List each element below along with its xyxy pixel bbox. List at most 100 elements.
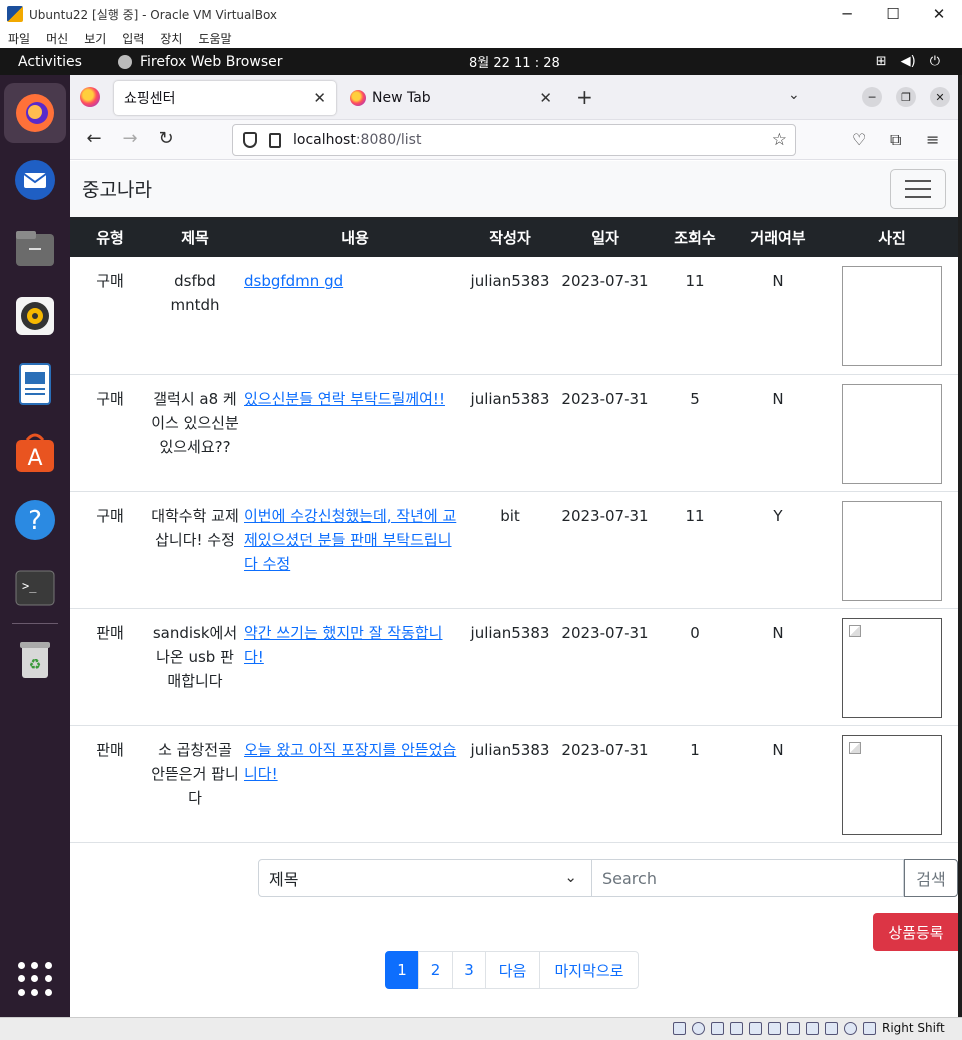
- search-field-select[interactable]: 제목 ⌄: [258, 859, 592, 897]
- reload-icon[interactable]: ↻: [154, 128, 178, 149]
- host-key-arrow-icon[interactable]: [863, 1022, 876, 1035]
- network-adapter-icon[interactable]: [730, 1022, 743, 1035]
- virtualbox-menubar: 파일 머신 보기 입력 장치 도움말: [0, 28, 962, 48]
- page-last[interactable]: 마지막으로: [539, 951, 639, 989]
- firefox-icon: [16, 94, 54, 132]
- hard-disk-icon[interactable]: [673, 1022, 686, 1035]
- cell-views: 1: [660, 725, 730, 843]
- shared-folders-icon[interactable]: [768, 1022, 781, 1035]
- menu-input[interactable]: 입력: [122, 30, 144, 47]
- pocket-icon[interactable]: ♡: [852, 130, 866, 149]
- photo-thumbnail[interactable]: [842, 500, 942, 601]
- menu-file[interactable]: 파일: [8, 30, 30, 47]
- photo-thumbnail[interactable]: [842, 383, 942, 484]
- activities-button[interactable]: Activities: [18, 54, 110, 70]
- table-row: 구매 갤럭시 a8 케이스 있으신분 있으세요?? 있으신분들 연락 부탁드릴께…: [70, 374, 958, 492]
- page-next[interactable]: 다음: [485, 951, 540, 989]
- system-tray[interactable]: ⊞ ◀) ⏻: [876, 54, 940, 69]
- tab-shopping-center[interactable]: 쇼핑센터 ✕: [114, 81, 336, 115]
- recording-icon[interactable]: [806, 1022, 819, 1035]
- dock-files[interactable]: [12, 225, 58, 271]
- cell-views: 0: [660, 608, 730, 726]
- cell-date: 2023-07-31: [550, 491, 660, 609]
- search-button[interactable]: 검색: [904, 859, 958, 897]
- virtualization-icon[interactable]: [825, 1022, 838, 1035]
- tracking-shield-icon[interactable]: [243, 132, 257, 148]
- extensions-icon[interactable]: ⧉: [890, 130, 901, 150]
- cell-content: 약간 쓰기는 했지만 잘 작동합니다!: [240, 608, 470, 726]
- cell-title: dsfbd mntdh: [150, 257, 240, 375]
- restore-icon[interactable]: ❐: [896, 87, 916, 107]
- audio-icon[interactable]: [711, 1022, 724, 1035]
- dock-trash[interactable]: ♻: [12, 637, 58, 683]
- tab-bar: 쇼핑센터 ✕ New Tab ✕ + ⌄ ─ ❐ ✕: [70, 75, 958, 120]
- dock-libreoffice-writer[interactable]: [12, 361, 58, 407]
- content-link[interactable]: 이번에 수강신청했는데, 작년에 교제있으셨던 분들 판매 부탁드립니다 수정: [244, 507, 456, 573]
- tab-new-tab[interactable]: New Tab ✕: [342, 81, 562, 115]
- dock-rhythmbox[interactable]: [12, 293, 58, 339]
- tab-close-icon[interactable]: ✕: [539, 89, 552, 107]
- page-info-icon[interactable]: [269, 132, 281, 148]
- menu-help[interactable]: 도움말: [198, 30, 231, 47]
- list-all-tabs-chevron-icon[interactable]: ⌄: [788, 87, 800, 103]
- dock-firefox[interactable]: [4, 83, 66, 143]
- dock-help[interactable]: ?: [12, 497, 58, 543]
- menu-devices[interactable]: 장치: [160, 30, 182, 47]
- new-tab-plus-icon[interactable]: +: [576, 85, 593, 109]
- navigation-toolbar: ← → ↻ localhost :8080/list ☆ ♡ ⧉ ≡: [70, 120, 958, 160]
- dock-thunderbird[interactable]: [12, 157, 58, 203]
- content-link[interactable]: 약간 쓰기는 했지만 잘 작동합니다!: [244, 624, 442, 666]
- content-link[interactable]: 오늘 왔고 아직 포장지를 안뜯었습니다!: [244, 741, 456, 783]
- close-icon[interactable]: ✕: [916, 5, 962, 23]
- chevron-down-icon: ⌄: [564, 868, 577, 886]
- optical-drive-icon[interactable]: [692, 1022, 705, 1035]
- page-1[interactable]: 1: [385, 951, 419, 989]
- cell-date: 2023-07-31: [550, 374, 660, 492]
- cell-author: bit: [470, 491, 550, 609]
- navbar-toggler-icon[interactable]: [890, 169, 946, 209]
- dock-terminal[interactable]: >_: [12, 565, 58, 611]
- cell-deal: N: [730, 608, 826, 726]
- clock[interactable]: 8월 22 11 : 28: [469, 52, 560, 71]
- cell-content: dsbgfdmn gd: [240, 257, 470, 375]
- show-apps-icon[interactable]: [18, 962, 52, 996]
- cell-title: 갤럭시 a8 케이스 있으신분 있으세요??: [150, 374, 240, 492]
- hamburger-menu-icon[interactable]: ≡: [926, 130, 939, 149]
- photo-thumbnail[interactable]: [842, 734, 942, 835]
- photo-thumbnail[interactable]: [842, 617, 942, 718]
- dock-software[interactable]: A: [12, 429, 58, 475]
- menu-view[interactable]: 보기: [84, 30, 106, 47]
- close-icon[interactable]: ✕: [930, 87, 950, 107]
- tab-close-icon[interactable]: ✕: [313, 89, 326, 107]
- minimize-icon[interactable]: ─: [824, 5, 870, 23]
- col-date: 일자: [550, 217, 660, 257]
- maximize-icon[interactable]: ☐: [870, 5, 916, 23]
- app-menu[interactable]: Firefox Web Browser: [118, 54, 283, 70]
- page-2[interactable]: 2: [418, 951, 453, 989]
- page-3[interactable]: 3: [452, 951, 486, 989]
- menu-machine[interactable]: 머신: [46, 30, 68, 47]
- url-bar[interactable]: localhost :8080/list ☆: [232, 124, 796, 156]
- content-link[interactable]: 있으신분들 연락 부탁드릴께여!!: [244, 390, 445, 408]
- mouse-integration-icon[interactable]: [844, 1022, 857, 1035]
- display-icon[interactable]: [787, 1022, 800, 1035]
- content-link[interactable]: dsbgfdmn gd: [244, 272, 343, 290]
- cell-type: 판매: [70, 725, 150, 843]
- col-photo: 사진: [826, 217, 958, 257]
- firefox-small-icon: [118, 54, 132, 69]
- register-product-button[interactable]: 상품등록: [873, 913, 959, 951]
- minimize-icon[interactable]: ─: [862, 87, 882, 107]
- cell-content: 있으신분들 연락 부탁드릴께여!!: [240, 374, 470, 492]
- firefox-view-icon[interactable]: [80, 87, 100, 107]
- photo-thumbnail[interactable]: [842, 266, 942, 366]
- virtualbox-icon: [7, 6, 23, 22]
- usb-icon[interactable]: [749, 1022, 762, 1035]
- search-input[interactable]: Search: [592, 859, 904, 897]
- site-brand[interactable]: 중고나라: [82, 175, 152, 202]
- forward-arrow-icon[interactable]: →: [118, 128, 142, 149]
- back-arrow-icon[interactable]: ←: [82, 128, 106, 149]
- table-row: 구매 대학수학 교제 삽니다! 수정 이번에 수강신청했는데, 작년에 교제있으…: [70, 491, 958, 609]
- site-navbar: 중고나라: [70, 161, 958, 217]
- bookmark-star-icon[interactable]: ☆: [772, 130, 787, 150]
- cell-title: 소 곱창전골 안뜯은거 팝니다: [150, 725, 240, 843]
